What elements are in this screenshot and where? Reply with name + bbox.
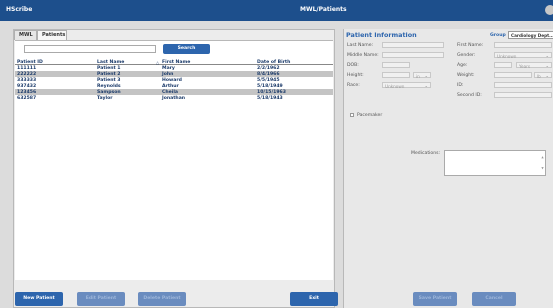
- cell-patient-id: 937432: [17, 83, 37, 89]
- id-field[interactable]: [494, 82, 552, 88]
- cell-dob: 8/4/1966: [257, 71, 280, 77]
- weight-unit-select[interactable]: lb ⌄: [534, 72, 552, 79]
- header-last-name[interactable]: Last Name: [97, 60, 124, 65]
- exit-button[interactable]: Exit: [290, 292, 338, 306]
- height-unit-value: in: [416, 73, 420, 79]
- patient-info-title: Patient Information: [346, 31, 417, 39]
- dob-label: DOB:: [347, 63, 359, 68]
- height-field[interactable]: [382, 72, 410, 78]
- age-field[interactable]: [494, 62, 512, 68]
- cell-first-name: Arthur: [162, 83, 179, 89]
- height-unit-select[interactable]: in ⌄: [413, 72, 431, 79]
- chevron-down-icon: ⌄: [545, 73, 549, 78]
- chevron-down-icon: ⌄: [545, 53, 549, 58]
- header-first-name[interactable]: First Name: [162, 60, 190, 65]
- pacemaker-checkbox[interactable]: [350, 113, 354, 117]
- chevron-down-icon: ⌄: [424, 73, 428, 78]
- middle-name-field[interactable]: [382, 52, 444, 58]
- cell-patient-id: 333333: [17, 77, 37, 83]
- cell-patient-id: 123456: [17, 89, 37, 95]
- sort-up-icon: △: [156, 59, 160, 65]
- search-button[interactable]: Search: [163, 44, 210, 54]
- save-patient-button[interactable]: Save Patient: [413, 292, 457, 306]
- age-label: Age:: [457, 63, 468, 68]
- header-patient-id[interactable]: Patient ID: [17, 60, 43, 65]
- cancel-button[interactable]: Cancel: [472, 292, 516, 306]
- delete-patient-button[interactable]: Delete Patient: [138, 292, 186, 306]
- medications-field[interactable]: ▲ ▼: [444, 150, 546, 176]
- last-name-label: Last Name:: [347, 43, 374, 48]
- patient-info-panel: Patient Information Group Cardiology Dep…: [343, 29, 553, 308]
- race-select[interactable]: Unknown ⌄: [382, 82, 431, 89]
- group-label: Group: [490, 33, 506, 38]
- title-bar: HScribe MWL/Patients: [0, 0, 553, 21]
- cell-dob: 10/15/1963: [257, 89, 286, 95]
- cell-first-name: Mary: [162, 65, 175, 71]
- table-row[interactable]: 632587 Taylor Jonathan 5/18/1943: [15, 95, 333, 101]
- cell-first-name: Jonathan: [162, 95, 186, 101]
- race-value: Unknown: [385, 83, 405, 89]
- cell-last-name: Patient 3: [97, 77, 121, 83]
- scrollbar[interactable]: ▲ ▼: [541, 152, 544, 174]
- weight-unit-value: lb: [537, 73, 541, 79]
- cell-dob: 2/2/1962: [257, 65, 280, 71]
- weight-field[interactable]: [494, 72, 532, 78]
- age-unit-value: Years: [519, 63, 531, 69]
- first-name-label: First Name:: [457, 43, 484, 48]
- chevron-down-icon: ⌄: [545, 63, 549, 68]
- cell-last-name: Patient 2: [97, 71, 121, 77]
- cell-patient-id: 632587: [17, 95, 37, 101]
- group-select[interactable]: Cardiology Dept...: [508, 31, 553, 39]
- cell-first-name: Cheila: [162, 89, 179, 95]
- window-title: MWL/Patients: [300, 6, 347, 13]
- cell-dob: 5/5/1945: [257, 77, 280, 83]
- cell-last-name: Patient 1: [97, 65, 121, 71]
- edit-patient-button[interactable]: Edit Patient: [77, 292, 125, 306]
- middle-name-label: Middle Name:: [347, 53, 379, 58]
- height-label: Height:: [347, 73, 364, 78]
- cell-patient-id: 222222: [17, 71, 37, 77]
- gender-label: Gender:: [457, 53, 476, 58]
- new-patient-button[interactable]: New Patient: [15, 292, 63, 306]
- header-dob[interactable]: Date of Birth: [257, 60, 290, 65]
- tab-patients[interactable]: Patients: [37, 30, 67, 40]
- dob-field[interactable]: [382, 62, 410, 68]
- cell-first-name: John: [162, 71, 174, 77]
- patient-table: Patient ID Last Name △ First Name Date o…: [15, 59, 333, 101]
- second-id-field[interactable]: [494, 92, 552, 98]
- cell-dob: 5/18/1943: [257, 95, 283, 101]
- second-id-label: Second ID:: [457, 93, 482, 98]
- first-name-field[interactable]: [494, 42, 552, 48]
- race-label: Race:: [347, 83, 360, 88]
- cell-first-name: Howard: [162, 77, 182, 83]
- close-icon[interactable]: [545, 5, 553, 15]
- pacemaker-label: Pacemaker: [357, 113, 383, 118]
- app-name: HScribe: [6, 6, 33, 13]
- cell-last-name: Reynolds: [97, 83, 121, 89]
- search-input[interactable]: [24, 45, 156, 53]
- tab-mwl[interactable]: MWL: [14, 30, 37, 40]
- cell-last-name: Sampson: [97, 89, 121, 95]
- medications-label: Medications:: [411, 151, 441, 156]
- gender-value: Unknown: [497, 53, 517, 59]
- cell-last-name: Taylor: [97, 95, 113, 101]
- cell-patient-id: 111111: [17, 65, 37, 71]
- weight-label: Weight:: [457, 73, 475, 78]
- last-name-field[interactable]: [382, 42, 444, 48]
- cell-dob: 5/18/1949: [257, 83, 283, 89]
- age-unit-select[interactable]: Years ⌄: [516, 62, 552, 69]
- chevron-down-icon: ⌄: [424, 83, 428, 88]
- id-label: ID:: [457, 83, 464, 88]
- gender-select[interactable]: Unknown ⌄: [494, 52, 552, 59]
